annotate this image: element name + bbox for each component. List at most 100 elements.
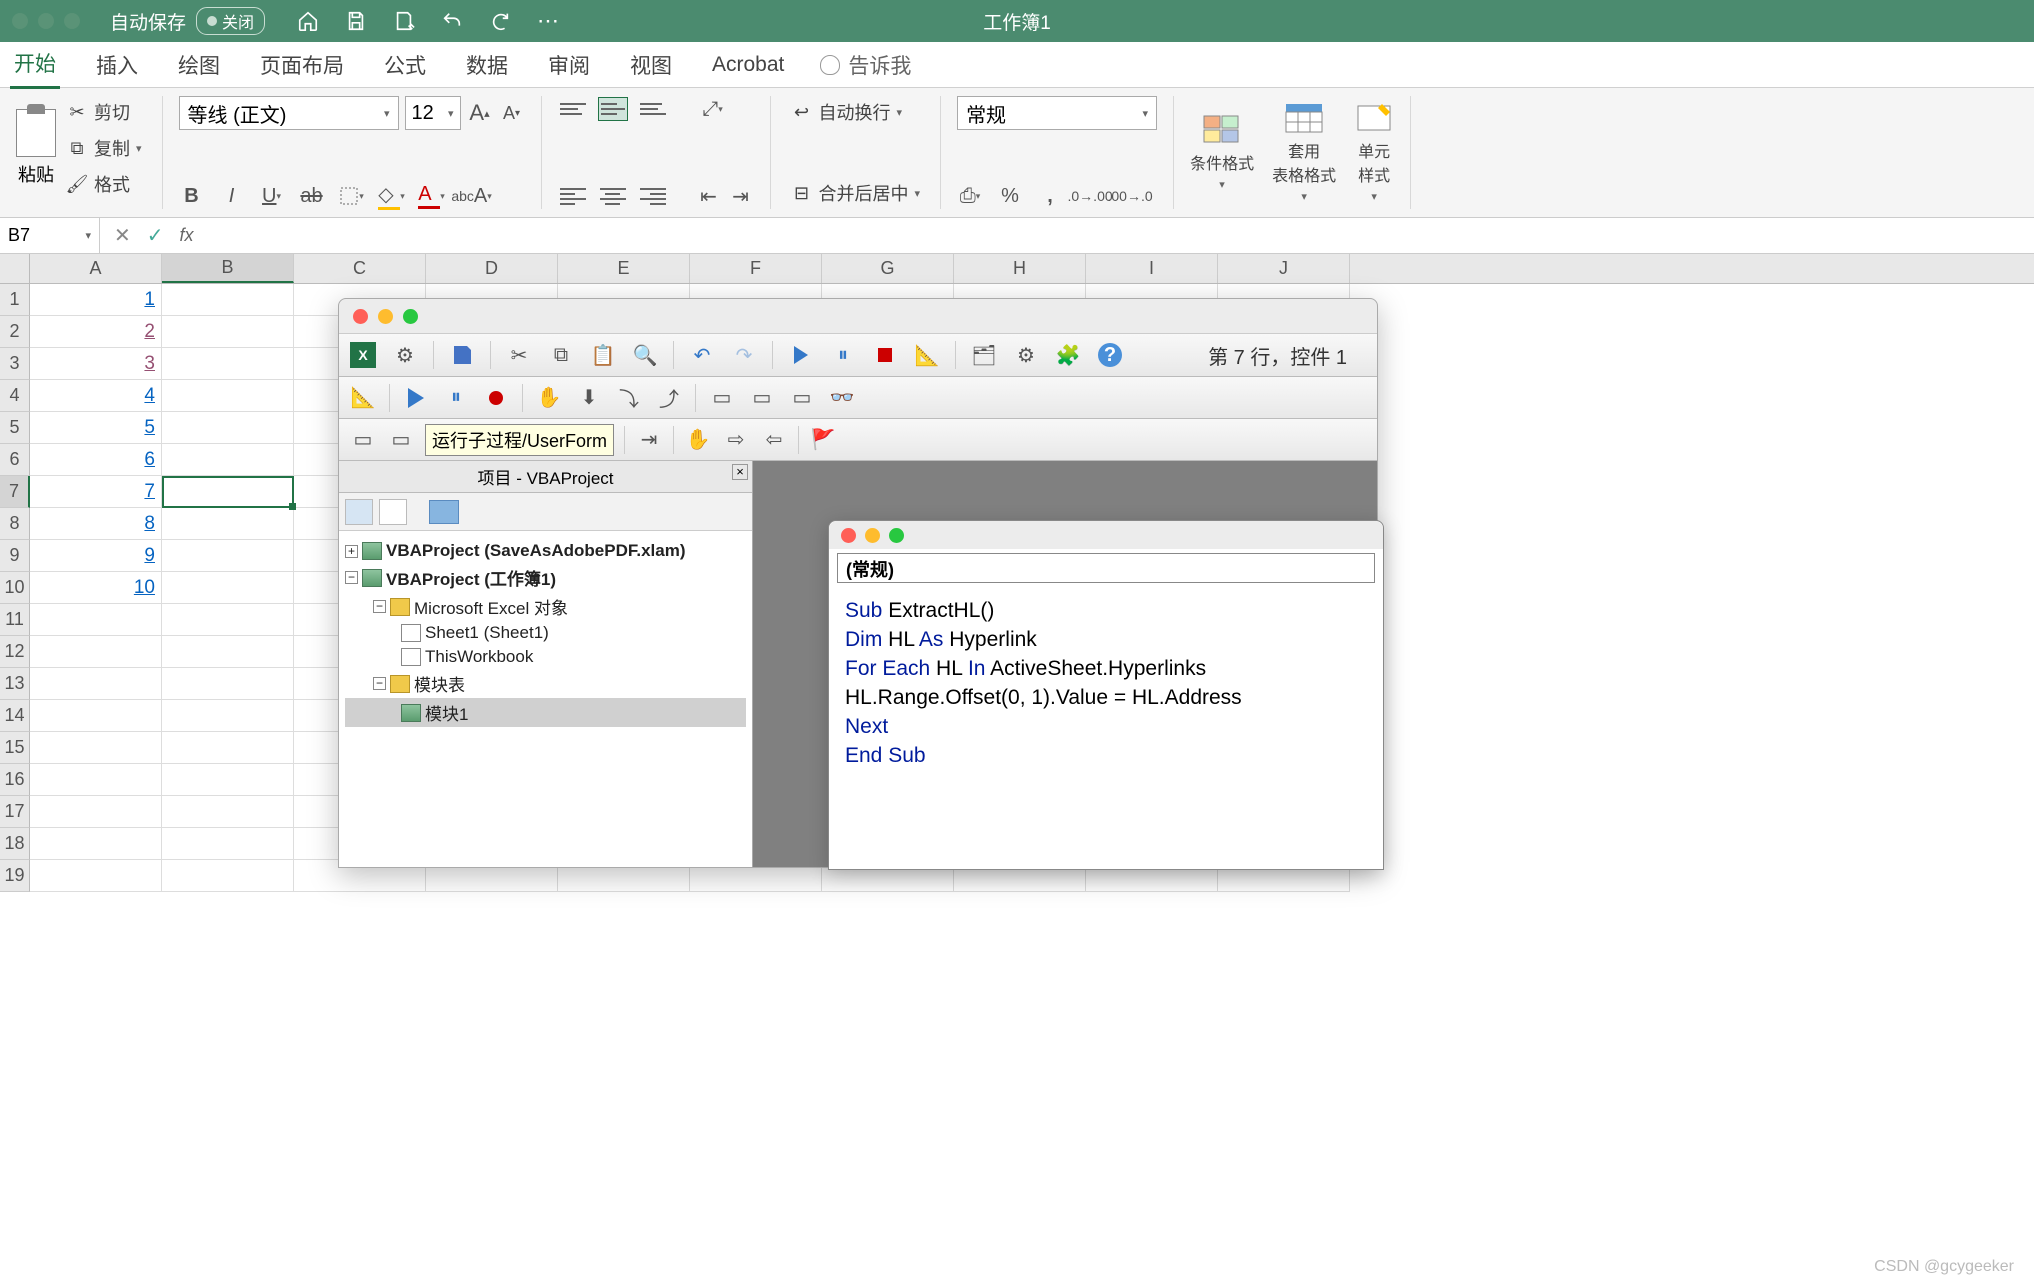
increase-indent-icon[interactable]: ⇥ [728, 183, 754, 209]
name-box[interactable]: B7▾ [0, 218, 100, 253]
indent-icon[interactable]: ⇥ [635, 426, 663, 454]
watch-icon[interactable]: ▭ [788, 384, 816, 412]
tree-workbook[interactable]: ThisWorkbook [345, 645, 746, 669]
maximize-window-icon[interactable] [64, 13, 80, 29]
tab-layout[interactable]: 页面布局 [256, 42, 348, 88]
step-into-icon[interactable]: ⬇ [575, 384, 603, 412]
copy-icon[interactable]: ⧉ [547, 341, 575, 369]
tab-home[interactable]: 开始 [10, 40, 60, 89]
view-object-tab[interactable] [379, 499, 407, 525]
close-window-icon[interactable] [12, 13, 28, 29]
cell[interactable]: 7 [30, 476, 162, 508]
cell[interactable] [30, 764, 162, 796]
conditional-format-button[interactable]: 条件格式▾ [1190, 114, 1254, 191]
step-out-icon[interactable]: ⤴ [655, 384, 683, 412]
row-header[interactable]: 17 [0, 796, 30, 828]
row-header[interactable]: 11 [0, 604, 30, 636]
tab-formulas[interactable]: 公式 [380, 42, 430, 88]
list-constants-icon[interactable]: ▭ [387, 426, 415, 454]
bookmark-icon[interactable]: 🚩 [809, 426, 837, 454]
align-bottom-icon[interactable] [638, 97, 668, 121]
close-icon[interactable] [353, 309, 368, 324]
font-size-select[interactable]: 12▾ [405, 96, 461, 130]
currency-button[interactable]: ⎙▾ [957, 183, 983, 209]
row-header[interactable]: 6 [0, 444, 30, 476]
row-header[interactable]: 5 [0, 412, 30, 444]
cell-styles-button[interactable]: 单元 样式▾ [1354, 102, 1394, 203]
confirm-icon[interactable]: ✓ [147, 223, 164, 248]
row-header[interactable]: 16 [0, 764, 30, 796]
cell[interactable] [162, 796, 294, 828]
redo-icon[interactable]: ↷ [730, 341, 758, 369]
row-header[interactable]: 19 [0, 860, 30, 892]
help-icon[interactable]: ? [1096, 341, 1124, 369]
excel-icon[interactable]: X [349, 341, 377, 369]
list-props-icon[interactable]: ▭ [349, 426, 377, 454]
insert-icon[interactable]: ⚙ [391, 341, 419, 369]
minimize-icon[interactable] [378, 309, 393, 324]
col-header[interactable]: F [690, 254, 822, 283]
font-name-select[interactable]: 等线 (正文)▾ [179, 96, 399, 130]
col-header[interactable]: J [1218, 254, 1350, 283]
decrease-font-icon[interactable]: A▾ [499, 100, 525, 126]
design-icon[interactable]: 📐 [349, 384, 377, 412]
tree-project[interactable]: −VBAProject (工作簿1) [345, 563, 746, 592]
find-icon[interactable]: 🔍 [631, 341, 659, 369]
tab-acrobat[interactable]: Acrobat [708, 45, 788, 85]
align-middle-icon[interactable] [598, 97, 628, 121]
project-explorer-icon[interactable]: 🗂 [970, 341, 998, 369]
cell[interactable] [162, 412, 294, 444]
row-header[interactable]: 4 [0, 380, 30, 412]
fx-icon[interactable]: fx [180, 225, 194, 246]
cell[interactable] [162, 700, 294, 732]
align-right-icon[interactable] [638, 184, 668, 208]
cell[interactable] [162, 476, 294, 508]
cell[interactable] [30, 668, 162, 700]
comma-button[interactable]: , [1037, 183, 1063, 209]
close-icon[interactable] [841, 528, 856, 543]
tab-review[interactable]: 审阅 [544, 42, 594, 88]
row-header[interactable]: 15 [0, 732, 30, 764]
paste-icon[interactable]: 📋 [589, 341, 617, 369]
cell[interactable] [30, 604, 162, 636]
align-center-icon[interactable] [598, 184, 628, 208]
tree-project[interactable]: +VBAProject (SaveAsAdobePDF.xlam) [345, 539, 746, 563]
code-object-dropdown[interactable]: (常规) [837, 553, 1375, 583]
paste-icon[interactable] [16, 109, 56, 157]
italic-button[interactable]: I [219, 183, 245, 209]
toggle-breakpoint-icon[interactable]: ✋ [535, 384, 563, 412]
cell[interactable]: 9 [30, 540, 162, 572]
cell[interactable] [30, 636, 162, 668]
cell[interactable]: 3 [30, 348, 162, 380]
align-left-icon[interactable] [558, 184, 588, 208]
save-as-icon[interactable] [391, 8, 417, 34]
cell[interactable] [162, 668, 294, 700]
decrease-indent-icon[interactable]: ⇤ [696, 183, 722, 209]
reset-icon[interactable] [482, 384, 510, 412]
run-icon[interactable] [787, 341, 815, 369]
step-over-icon[interactable]: ⤵ [615, 384, 643, 412]
underline-button[interactable]: U▾ [259, 183, 285, 209]
cell[interactable] [162, 540, 294, 572]
maximize-icon[interactable] [889, 528, 904, 543]
cell[interactable] [162, 732, 294, 764]
code-editor[interactable]: Sub ExtractHL()Dim HL As HyperlinkFor Ea… [829, 587, 1383, 781]
tree-sheet[interactable]: Sheet1 (Sheet1) [345, 621, 746, 645]
object-browser-icon[interactable]: 🧩 [1054, 341, 1082, 369]
comment-icon[interactable]: ⇨ [722, 426, 750, 454]
cell[interactable] [30, 796, 162, 828]
immediate-icon[interactable]: ▭ [748, 384, 776, 412]
fill-color-button[interactable]: ◇▾ [379, 183, 405, 209]
minimize-icon[interactable] [865, 528, 880, 543]
row-header[interactable]: 14 [0, 700, 30, 732]
col-header[interactable]: H [954, 254, 1086, 283]
wrap-text-button[interactable]: ↩自动换行▾ [787, 96, 925, 128]
copy-button[interactable]: ⧉复制▾ [62, 132, 146, 164]
tree-folder[interactable]: −模块表 [345, 669, 746, 698]
cell[interactable] [162, 860, 294, 892]
locals-icon[interactable]: ▭ [708, 384, 736, 412]
undo-icon[interactable]: ↶ [688, 341, 716, 369]
col-header[interactable]: D [426, 254, 558, 283]
row-header[interactable]: 1 [0, 284, 30, 316]
format-painter-button[interactable]: 🖌格式 [62, 168, 146, 200]
